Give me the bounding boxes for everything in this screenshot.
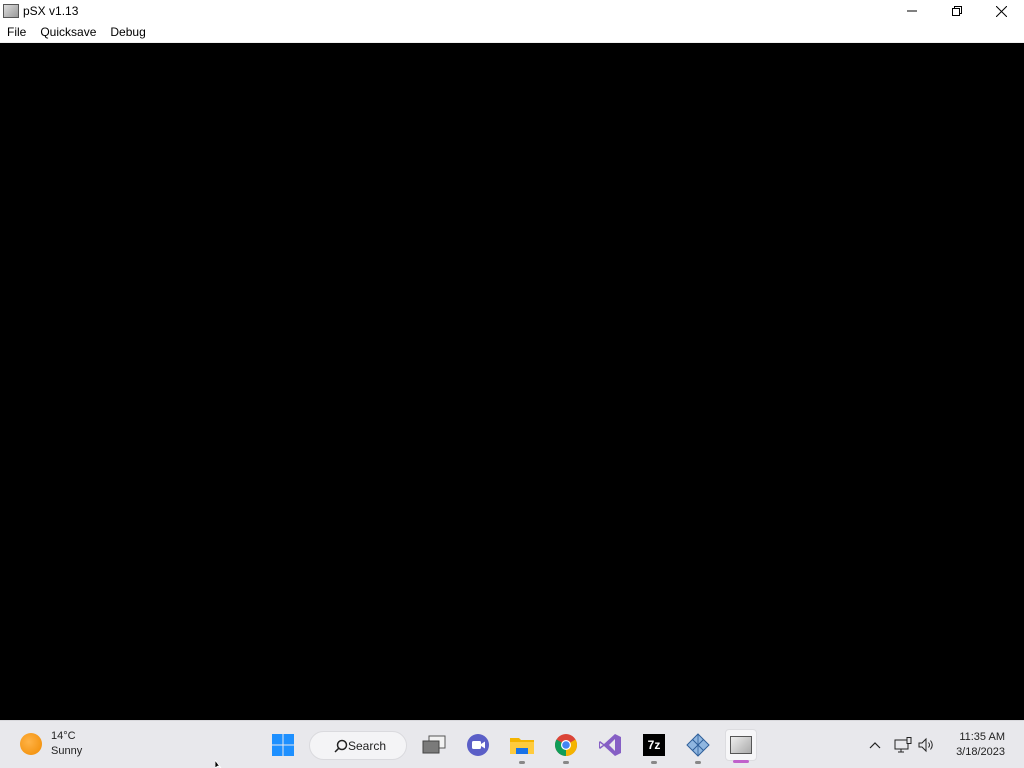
search-label: Search (348, 738, 387, 753)
visual-studio-button[interactable] (594, 729, 626, 761)
running-indicator (651, 761, 657, 764)
visual-studio-icon (599, 734, 621, 756)
7zip-icon: 7z (643, 734, 665, 756)
taskbar: 14°C Sunny Search 7z 11:35 AM 3/18/2023 (0, 720, 1024, 768)
minimize-button[interactable] (889, 0, 934, 22)
psx-button[interactable] (725, 729, 757, 763)
emulator-display[interactable] (0, 43, 1024, 720)
window-controls (889, 0, 1024, 22)
network-tool-button[interactable] (682, 729, 714, 764)
speaker-icon (918, 737, 933, 753)
weather-condition: Sunny (51, 745, 83, 757)
title-bar[interactable]: pSX v1.13 (0, 0, 1024, 22)
restore-button[interactable] (934, 0, 979, 22)
chevron-up-icon (869, 742, 881, 749)
network-icon (894, 737, 912, 753)
sun-icon (20, 733, 42, 755)
close-button[interactable] (979, 0, 1024, 22)
chrome-button[interactable] (550, 729, 582, 764)
task-view-icon (422, 735, 446, 754)
task-view-button[interactable] (418, 729, 450, 761)
menu-debug[interactable]: Debug (103, 22, 152, 43)
menu-bar: File Quicksave Debug (0, 22, 1024, 43)
search-box[interactable]: Search (309, 731, 407, 760)
running-indicator (563, 761, 569, 764)
network-diamond-icon (686, 733, 710, 757)
system-clock[interactable]: 11:35 AM 3/18/2023 (956, 730, 1005, 760)
menu-quicksave[interactable]: Quicksave (33, 22, 103, 43)
clock-date: 3/18/2023 (956, 746, 1005, 758)
weather-temp: 14°C (51, 730, 76, 742)
show-hidden-icons-button[interactable] (862, 729, 888, 761)
running-indicator (519, 761, 525, 764)
mouse-cursor-icon (215, 760, 222, 768)
restore-icon (951, 6, 962, 16)
app-window-icon[interactable] (3, 4, 19, 18)
volume-button[interactable] (914, 729, 940, 761)
weather-widget[interactable]: 14°C Sunny (20, 729, 82, 759)
file-explorer-button[interactable] (506, 729, 538, 764)
folder-icon (510, 738, 534, 754)
windows-logo-icon (272, 734, 294, 756)
search-icon (334, 739, 348, 753)
active-indicator (733, 760, 749, 763)
teams-video-icon (467, 734, 489, 756)
close-icon (996, 5, 1007, 17)
start-button[interactable] (267, 729, 299, 761)
7zip-button[interactable]: 7z (638, 729, 670, 764)
window-title: pSX v1.13 (23, 4, 79, 18)
minimize-icon (906, 10, 917, 12)
running-indicator (695, 761, 701, 764)
network-status-button[interactable] (890, 729, 916, 761)
psx-icon (730, 736, 752, 754)
7zip-label: 7z (647, 738, 661, 752)
menu-file[interactable]: File (0, 22, 33, 43)
clock-time: 11:35 AM (959, 731, 1005, 743)
chrome-icon (555, 734, 577, 756)
teams-button[interactable] (462, 729, 494, 761)
